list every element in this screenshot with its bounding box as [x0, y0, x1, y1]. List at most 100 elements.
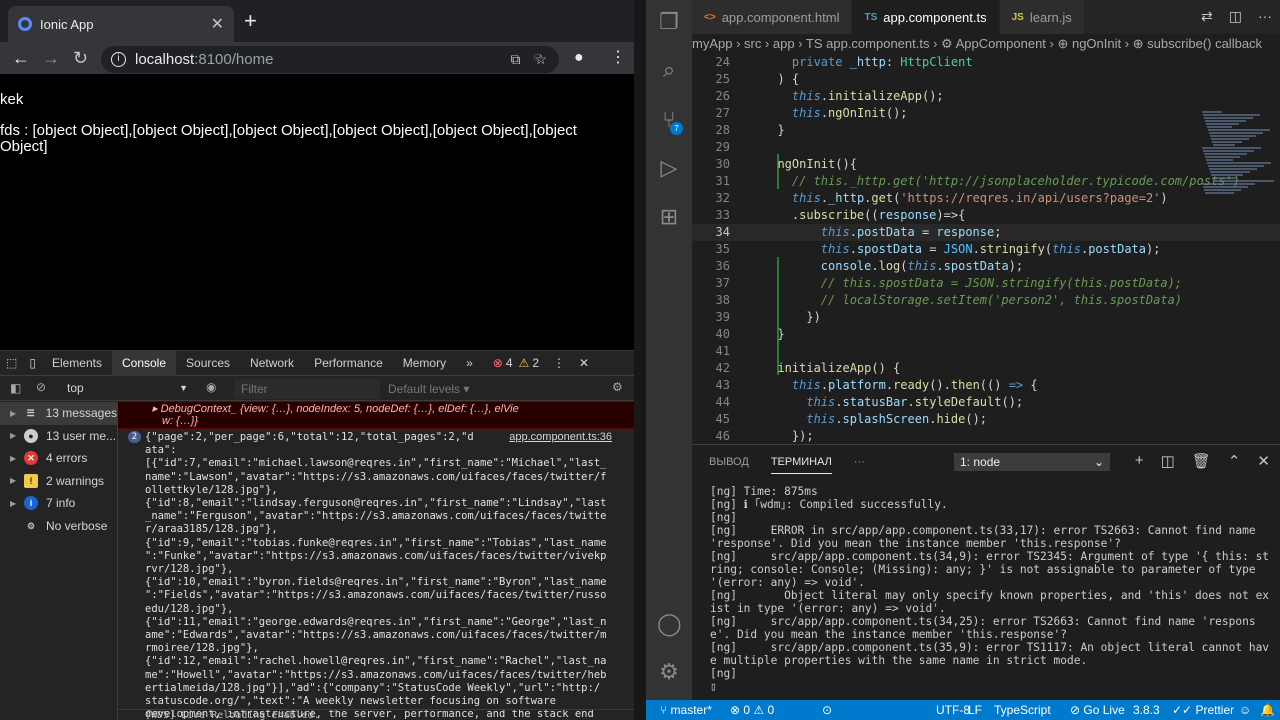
translate-icon[interactable]: ⧉ [510, 51, 520, 68]
code-line[interactable]: 30 ngOnInit(){ [692, 156, 1280, 173]
terminal-output[interactable]: [ng] Time: 875ms [ng] ℹ ｢wdm｣: Compiled … [710, 485, 1270, 693]
language-status[interactable]: TypeScript [994, 700, 1051, 720]
code-line[interactable]: 35 this.spostData = JSON.stringify(this.… [692, 241, 1280, 258]
code-line[interactable]: 33 .subscribe((response)=>{ [692, 207, 1280, 224]
maximize-panel-icon[interactable]: ⌃ [1228, 452, 1241, 470]
code-line[interactable]: 28 } [692, 122, 1280, 139]
code-line[interactable]: 27 this.ngOnInit(); [692, 105, 1280, 122]
go-live-button[interactable]: ⊘ Go Live [1070, 700, 1125, 720]
new-tab-button[interactable]: + [244, 10, 257, 32]
tab-memory[interactable]: Memory [393, 351, 456, 376]
code-line[interactable]: 25 ) { [692, 71, 1280, 88]
extension-icon[interactable]: ◌ [533, 46, 542, 70]
live-share-icon[interactable]: ⊙ [822, 700, 832, 720]
terminal-select[interactable]: 1: node ⌄ [954, 453, 1110, 471]
console-error-message[interactable]: ▸ DebugContext_ {view: {…}, nodeIndex: 5… [118, 402, 634, 429]
console-settings-gear-icon[interactable]: ⚙ [612, 380, 623, 394]
sidebar-toggle-icon[interactable]: ◧ [10, 381, 21, 395]
code-line[interactable]: 39 }) [692, 309, 1280, 326]
panel-more-icon[interactable]: ··· [854, 456, 865, 468]
menu-kebab-icon[interactable]: ⋮ [610, 46, 626, 70]
code-line[interactable]: 38 // localStorage.setItem('person2', th… [692, 292, 1280, 309]
more-actions-icon[interactable]: ··· [1258, 8, 1272, 25]
more-tabs-icon[interactable]: » [456, 351, 483, 376]
sidebar-item-user-messages[interactable]: ▶ ● 13 user me... [0, 425, 117, 448]
clear-console-icon[interactable]: ⊘ [36, 380, 46, 394]
address-bar[interactable]: i localhost:8100/home ⧉ ☆ [101, 46, 559, 73]
window-divider[interactable] [634, 0, 646, 720]
new-terminal-icon[interactable]: + [1135, 452, 1144, 470]
tab-learn-js[interactable]: JS learn.js [999, 0, 1085, 34]
close-devtools-icon[interactable]: ✕ [579, 356, 589, 370]
levels-select[interactable]: Default levels ▾ [388, 382, 469, 396]
sidebar-item-messages[interactable]: ▶ ☰ 13 messages [0, 402, 117, 425]
console-log-message[interactable]: 2 app.component.ts:36 {"page":2,"per_pag… [118, 429, 634, 720]
error-badge-icon[interactable]: ⊗ [493, 356, 503, 370]
sidebar-item-warnings[interactable]: ▶! 2 warnings [0, 470, 117, 493]
tab-app-component-html[interactable]: <> app.component.html [692, 0, 853, 34]
problems-status[interactable]: ⊗ 0 ⚠ 0 [730, 700, 774, 720]
settings-kebab-icon[interactable]: ⋮ [553, 356, 565, 370]
tab-performance[interactable]: Performance [304, 351, 393, 376]
code-line[interactable]: 45 this.splashScreen.hide(); [692, 411, 1280, 428]
trash-icon[interactable]: 🗑 [1192, 452, 1211, 470]
breadcrumb[interactable]: myApp › src › app › TS app.component.ts … [692, 34, 1280, 54]
warning-badge-icon[interactable]: ⚠ [519, 356, 530, 370]
extensions-icon[interactable]: ⊞ [657, 205, 681, 229]
split-editor-icon[interactable]: ◫ [1229, 8, 1242, 25]
prettier-status[interactable]: ✓✓ Prettier [1172, 700, 1234, 720]
code-line[interactable]: 32 this._http.get('https://reqres.in/api… [692, 190, 1280, 207]
compare-changes-icon[interactable]: ⇄ [1201, 8, 1213, 25]
device-toolbar-icon[interactable]: ▯ [23, 351, 42, 376]
close-icon[interactable]: ✕ [211, 14, 224, 34]
forward-icon[interactable]: → [42, 46, 60, 70]
sidebar-item-verbose[interactable]: ⚙ No verbose [0, 515, 117, 538]
split-terminal-icon[interactable]: ◫ [1161, 452, 1175, 470]
feedback-icon[interactable]: ☺ [1239, 700, 1251, 720]
account-icon[interactable]: ◯ [657, 612, 682, 636]
context-select[interactable]: top ▼ [60, 377, 192, 400]
code-line[interactable]: 29 [692, 139, 1280, 156]
code-line[interactable]: 43 this.platform.ready().then(() => { [692, 377, 1280, 394]
tab-sources[interactable]: Sources [176, 351, 240, 376]
run-debug-icon[interactable]: ▷ [657, 156, 681, 180]
eye-icon[interactable]: ◉ [206, 380, 216, 394]
log-source-link[interactable]: app.component.ts:36 [509, 431, 612, 445]
tab-network[interactable]: Network [240, 351, 304, 376]
back-icon[interactable]: ← [12, 46, 30, 70]
tab-terminal[interactable]: ТЕРМИНАЛ [770, 456, 832, 474]
sidebar-item-info[interactable]: ▶ i 7 info [0, 492, 117, 515]
code-line[interactable]: 31 // this._http.get('http://jsonplaceho… [692, 173, 1280, 190]
code-line[interactable]: 24 private _http: HttpClient [692, 54, 1280, 71]
code-line[interactable]: 36 console.log(this.spostData); [692, 258, 1280, 275]
inspect-icon[interactable]: ⬚ [0, 351, 23, 376]
close-panel-icon[interactable]: ✕ [1257, 452, 1270, 470]
code-line[interactable]: 40 } [692, 326, 1280, 343]
profile-icon[interactable]: ● [574, 46, 584, 70]
minimap[interactable] [1202, 110, 1274, 200]
branch-status[interactable]: ⑂ master* [660, 700, 712, 720]
reload-icon[interactable]: ↻ [73, 46, 88, 70]
filter-input[interactable] [234, 379, 380, 399]
search-icon[interactable]: ⌕ [657, 58, 681, 82]
notifications-bell-icon[interactable]: 🔔 [1260, 700, 1275, 720]
browser-tab[interactable]: Ionic App ✕ [8, 6, 234, 42]
tab-output[interactable]: ВЫВОД [709, 456, 749, 468]
encoding-status[interactable]: UTF-8 [936, 700, 970, 720]
ts-version-status[interactable]: 3.8.3 [1133, 700, 1160, 720]
manage-gear-icon[interactable]: ⚙ [657, 660, 681, 684]
tab-app-component-ts[interactable]: TS app.component.ts [852, 0, 1000, 34]
eol-status[interactable]: LF [968, 700, 982, 720]
code-editor[interactable]: 24 private _http: HttpClient 25 ) {26 thi… [692, 54, 1280, 442]
explorer-icon[interactable]: ❐ [657, 10, 681, 34]
tab-console[interactable]: Console [111, 350, 177, 376]
code-line[interactable]: 46 }); [692, 428, 1280, 442]
code-line[interactable]: 34 this.postData = response; [692, 224, 1280, 241]
sidebar-item-errors[interactable]: ▶ ✕ 4 errors [0, 447, 117, 470]
code-line[interactable]: 26 this.initializeApp(); [692, 88, 1280, 105]
code-line[interactable]: 42 initializeApp() { [692, 360, 1280, 377]
code-line[interactable]: 44 this.statusBar.styleDefault(); [692, 394, 1280, 411]
tab-elements[interactable]: Elements [42, 351, 112, 376]
code-line[interactable]: 41 [692, 343, 1280, 360]
code-line[interactable]: 37 // this.spostData = JSON.stringify(th… [692, 275, 1280, 292]
